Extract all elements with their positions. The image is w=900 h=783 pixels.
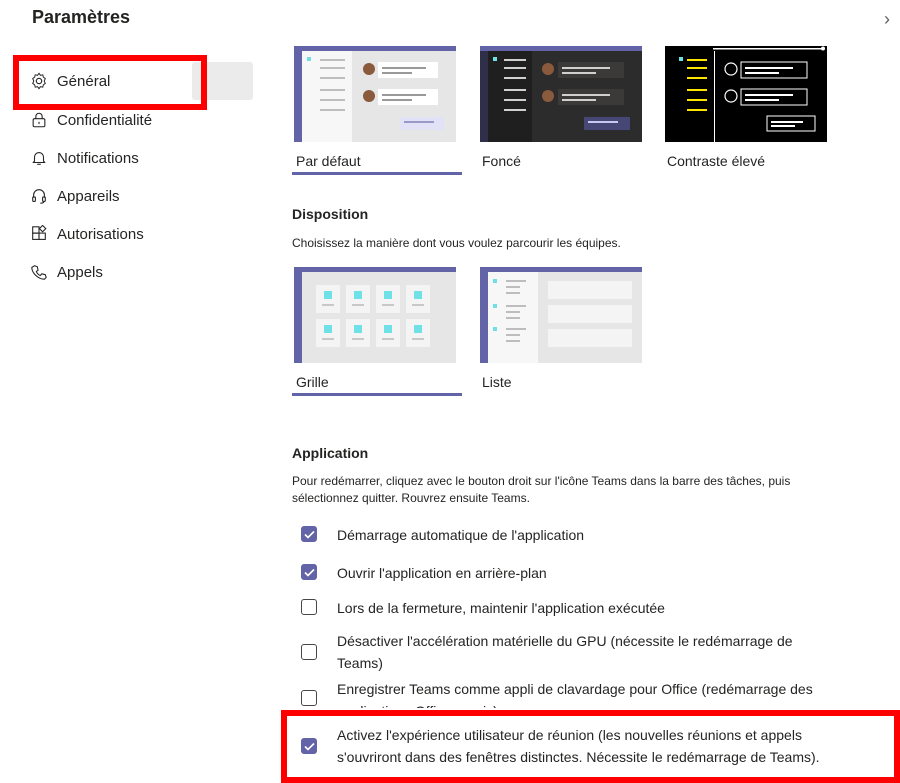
application-description-line2: sélectionnez quitter. Rouvrez ensuite Te… bbox=[292, 491, 530, 505]
option-label-line2: Teams) bbox=[337, 655, 383, 671]
option-disable-gpu[interactable]: Désactiver l'accélération matérielle du … bbox=[301, 630, 793, 674]
sidebar-item-permissions[interactable]: Autorisations bbox=[30, 219, 144, 249]
theme-label: Par défaut bbox=[296, 153, 361, 169]
option-auto-start[interactable]: Démarrage automatique de l'application bbox=[301, 524, 584, 546]
theme-dark[interactable]: Foncé bbox=[478, 44, 648, 175]
sidebar-item-notifications[interactable]: Notifications bbox=[30, 143, 139, 173]
checkbox[interactable] bbox=[301, 644, 317, 660]
option-label-line2: applications Office requis) bbox=[337, 700, 813, 708]
theme-high-contrast-preview bbox=[665, 46, 827, 142]
layout-label: Liste bbox=[482, 374, 512, 390]
theme-default-preview bbox=[294, 46, 456, 142]
option-register-chat-app[interactable]: Enregistrer Teams comme appli de clavard… bbox=[301, 678, 813, 708]
theme-default[interactable]: Par défaut bbox=[292, 44, 462, 175]
application-heading: Application bbox=[292, 445, 369, 461]
chevron-right-icon[interactable]: › bbox=[884, 9, 890, 30]
option-open-background[interactable]: Ouvrir l'application en arrière-plan bbox=[301, 562, 547, 584]
bell-icon bbox=[32, 152, 46, 165]
option-label-line1: Activez l'expérience utilisateur de réun… bbox=[337, 727, 802, 743]
headset-icon bbox=[32, 189, 46, 204]
option-label-line2: s'ouvriront dans des fenêtres distinctes… bbox=[337, 749, 820, 765]
option-label: Enregistrer Teams comme appli de clavard… bbox=[337, 678, 813, 708]
checkmark-icon bbox=[303, 530, 315, 539]
sidebar-item-label: Appareils bbox=[57, 187, 120, 205]
selected-indicator bbox=[292, 393, 462, 396]
sidebar-active-highlight bbox=[192, 62, 253, 100]
phone-icon bbox=[31, 265, 47, 280]
selected-indicator bbox=[292, 172, 462, 175]
layout-heading: Disposition bbox=[292, 206, 369, 222]
checkbox[interactable] bbox=[301, 599, 317, 615]
option-meeting-experience[interactable]: Activez l'expérience utilisateur de réun… bbox=[301, 724, 820, 768]
sidebar-item-privacy[interactable]: Confidentialité bbox=[30, 105, 152, 135]
option-label: Démarrage automatique de l'application bbox=[337, 527, 585, 543]
application-description-line1: Pour redémarrer, cliquez avec le bouton … bbox=[292, 474, 791, 488]
option-keep-running[interactable]: Lors de la fermeture, maintenir l'applic… bbox=[301, 597, 665, 619]
sidebar-item-label: Confidentialité bbox=[57, 111, 153, 129]
checkbox[interactable] bbox=[301, 738, 317, 754]
page-title: Paramètres bbox=[32, 7, 131, 27]
checkmark-icon bbox=[303, 568, 315, 577]
checkmark-icon bbox=[303, 742, 315, 751]
option-label: Lors de la fermeture, maintenir l'applic… bbox=[337, 600, 665, 616]
gear-icon bbox=[32, 72, 46, 90]
option-label: Activez l'expérience utilisateur de réun… bbox=[337, 724, 820, 768]
layout-label: Grille bbox=[296, 374, 329, 390]
checkbox[interactable] bbox=[301, 564, 317, 580]
sidebar-item-label: Général bbox=[57, 72, 111, 90]
layout-description: Choisissez la manière dont vous voulez p… bbox=[292, 236, 621, 250]
option-label: Ouvrir l'application en arrière-plan bbox=[337, 565, 547, 581]
sidebar-item-general[interactable]: Général bbox=[30, 66, 110, 96]
layout-grid[interactable]: Grille bbox=[292, 265, 462, 396]
theme-high-contrast[interactable]: Contraste élevé bbox=[663, 44, 833, 175]
sidebar-item-label: Autorisations bbox=[57, 225, 144, 243]
theme-label: Contraste élevé bbox=[667, 153, 766, 169]
lock-icon bbox=[32, 112, 46, 128]
sidebar-item-calls[interactable]: Appels bbox=[30, 257, 103, 287]
apps-icon bbox=[32, 225, 47, 240]
sidebar-item-devices[interactable]: Appareils bbox=[30, 181, 120, 211]
sidebar-item-label: Notifications bbox=[57, 149, 139, 167]
checkbox[interactable] bbox=[301, 526, 317, 542]
layout-list[interactable]: Liste bbox=[478, 265, 648, 396]
option-label-line1: Enregistrer Teams comme appli de clavard… bbox=[337, 681, 813, 697]
checkbox[interactable] bbox=[301, 690, 317, 706]
sidebar-item-label: Appels bbox=[57, 263, 103, 281]
theme-dark-preview bbox=[480, 46, 642, 142]
layout-grid-preview bbox=[294, 267, 456, 363]
layout-list-preview bbox=[480, 267, 642, 363]
theme-label: Foncé bbox=[482, 153, 521, 169]
option-label: Désactiver l'accélération matérielle du … bbox=[337, 630, 793, 674]
option-label-line1: Désactiver l'accélération matérielle du … bbox=[337, 633, 793, 649]
